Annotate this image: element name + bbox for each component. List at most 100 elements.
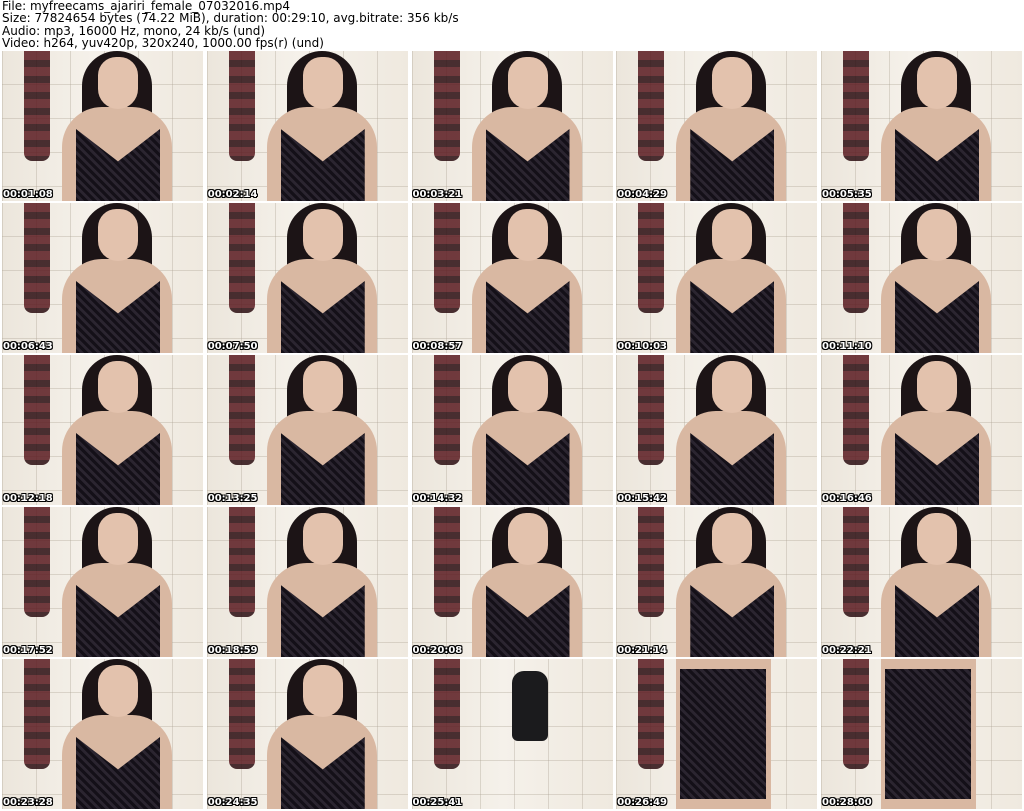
video-thumbnail: 00:26:49 <box>616 659 818 809</box>
curtain-figure <box>433 203 460 313</box>
curtain-figure <box>638 203 665 313</box>
video-thumbnail: 00:10:03 <box>616 203 818 353</box>
curtain-figure <box>24 51 50 161</box>
thumbnail-timestamp: 00:01:08 <box>3 189 53 200</box>
curtain-figure <box>24 203 50 313</box>
curtain-figure <box>433 51 460 161</box>
thumbnail-timestamp: 00:22:21 <box>822 645 872 656</box>
thumbnail-timestamp: 00:13:25 <box>207 493 258 504</box>
video-info-line: Video: h264, yuv420p, 320x240, 1000.00 f… <box>2 36 324 51</box>
curtain-figure <box>24 507 50 617</box>
thumbnail-timestamp: 00:06:43 <box>3 341 53 352</box>
person-face <box>917 57 957 109</box>
person-face <box>507 513 548 565</box>
person-face <box>302 513 343 565</box>
backpack-figure <box>511 671 548 741</box>
video-thumbnail: 00:21:14 <box>616 507 818 657</box>
thumbnail-timestamp: 00:04:29 <box>617 189 667 200</box>
video-thumbnail: 00:07:50 <box>206 203 408 353</box>
curtain-figure <box>24 355 50 465</box>
lace-garment <box>680 669 767 799</box>
curtain-figure <box>228 507 255 617</box>
person-face <box>302 665 343 717</box>
video-thumbnail: 00:17:52 <box>2 507 203 657</box>
curtain-figure <box>228 203 255 313</box>
thumbnail-timestamp: 00:18:59 <box>207 645 258 656</box>
curtain-figure <box>638 659 665 769</box>
curtain-figure <box>638 507 665 617</box>
thumbnail-timestamp: 00:16:46 <box>822 493 872 504</box>
video-thumbnail: 00:11:10 <box>821 203 1022 353</box>
thumbnail-timestamp: 00:02:14 <box>207 189 258 200</box>
person-face <box>98 209 138 261</box>
thumbnail-timestamp: 00:20:08 <box>412 645 463 656</box>
person-face <box>712 57 753 109</box>
person-face <box>712 513 753 565</box>
curtain-figure <box>843 51 869 161</box>
thumbnail-timestamp: 00:10:03 <box>617 341 667 352</box>
video-thumbnail: 00:05:35 <box>821 51 1022 201</box>
thumbnail-timestamp: 00:07:50 <box>207 341 258 352</box>
thumbnail-timestamp: 00:03:21 <box>412 189 463 200</box>
curtain-figure <box>433 355 460 465</box>
curtain-figure <box>24 659 50 769</box>
curtain-figure <box>228 355 255 465</box>
video-thumbnail: 00:16:46 <box>821 355 1022 505</box>
person-face <box>98 665 138 717</box>
thumbnail-timestamp: 00:12:18 <box>3 493 53 504</box>
person-face <box>712 209 753 261</box>
person-face <box>917 361 957 413</box>
video-thumbnail: 00:14:32 <box>411 355 613 505</box>
thumbnail-timestamp: 00:28:00 <box>822 797 872 808</box>
curtain-figure <box>843 507 869 617</box>
person-face <box>98 513 138 565</box>
curtain-figure <box>843 659 869 769</box>
person-face <box>98 361 138 413</box>
thumbnail-timestamp: 00:14:32 <box>412 493 463 504</box>
curtain-figure <box>228 659 255 769</box>
thumbnail-timestamp: 00:21:14 <box>617 645 667 656</box>
thumbnail-timestamp: 00:08:57 <box>412 341 463 352</box>
thumbnail-timestamp: 00:17:52 <box>3 645 53 656</box>
person-face <box>507 209 548 261</box>
video-thumbnail: 00:25:41 <box>411 659 613 809</box>
person-face <box>302 57 343 109</box>
person-face <box>917 513 957 565</box>
video-thumbnail: 00:28:00 <box>821 659 1022 809</box>
video-thumbnail: 00:01:08 <box>2 51 203 201</box>
video-thumbnail: 00:24:35 <box>206 659 408 809</box>
curtain-figure <box>433 659 460 769</box>
video-thumbnail: 00:22:21 <box>821 507 1022 657</box>
size-duration-line: Size: 77824654 bytes (74.22 MiB), durati… <box>2 11 459 26</box>
thumbnail-timestamp: 00:15:42 <box>617 493 667 504</box>
curtain-figure <box>843 355 869 465</box>
person-face <box>507 57 548 109</box>
video-thumbnail: 00:13:25 <box>206 355 408 505</box>
video-thumbnail: 00:18:59 <box>206 507 408 657</box>
person-face <box>302 361 343 413</box>
thumbnail-timestamp: 00:11:10 <box>822 341 872 352</box>
curtain-figure <box>638 355 665 465</box>
video-thumbnail: 00:03:21 <box>411 51 613 201</box>
thumbnail-timestamp: 00:05:35 <box>822 189 872 200</box>
video-thumbnail: 00:02:14 <box>206 51 408 201</box>
person-face <box>98 57 138 109</box>
thumbnail-timestamp: 00:26:49 <box>617 797 667 808</box>
video-thumbnail: 00:06:43 <box>2 203 203 353</box>
thumbnail-timestamp: 00:25:41 <box>412 797 463 808</box>
video-thumbnail: 00:04:29 <box>616 51 818 201</box>
curtain-figure <box>638 51 665 161</box>
video-thumbnail: 00:20:08 <box>411 507 613 657</box>
thumbnail-timestamp: 00:23:28 <box>3 797 53 808</box>
video-thumbnail: 00:12:18 <box>2 355 203 505</box>
file-info-header: File: myfreecams_ajariri_female_07032016… <box>2 0 1022 50</box>
curtain-figure <box>843 203 869 313</box>
thumbnail-grid: 00:01:08 00:02:14 00:03:21 00:04:29 00:05:35… <box>2 51 1022 809</box>
person-face <box>917 209 957 261</box>
video-thumbnail: 00:15:42 <box>616 355 818 505</box>
curtain-figure <box>228 51 255 161</box>
person-face <box>302 209 343 261</box>
thumbnail-timestamp: 00:24:35 <box>207 797 258 808</box>
lace-garment <box>885 669 971 799</box>
curtain-figure <box>433 507 460 617</box>
